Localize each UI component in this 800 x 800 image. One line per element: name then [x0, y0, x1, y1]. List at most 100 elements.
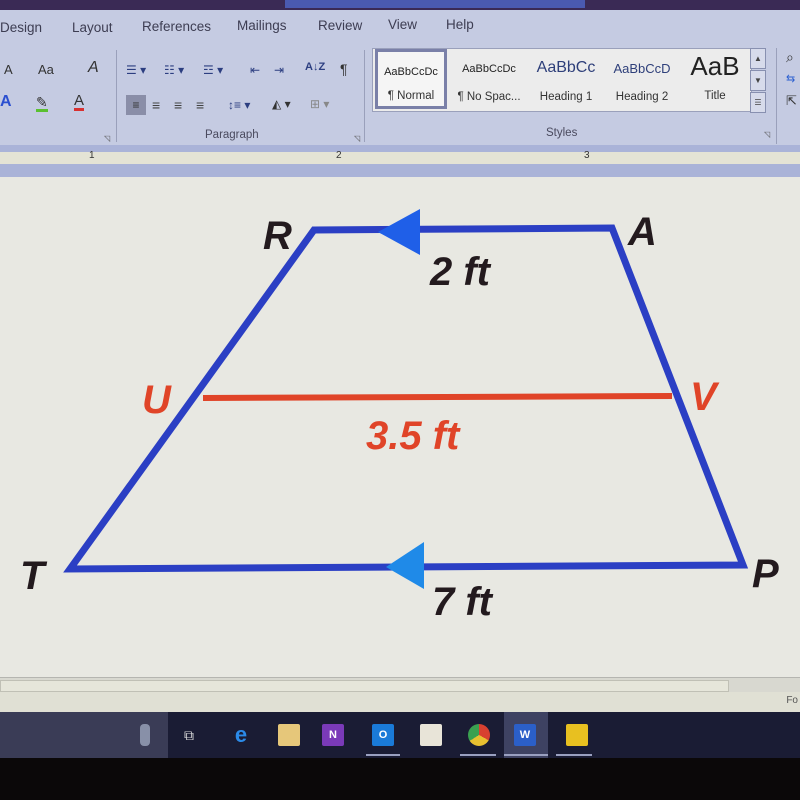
style-title[interactable]: AaB Title [679, 49, 751, 109]
word-running-indicator [504, 754, 548, 756]
document-canvas[interactable]: R A T P U V 2 ft 3.5 ft 7 ft [0, 177, 800, 677]
vertex-label-a: A [627, 210, 657, 254]
chrome-icon[interactable] [468, 724, 490, 746]
line-spacing-button[interactable]: ↕≡ ▾ [228, 98, 250, 112]
tab-help[interactable]: Help [446, 17, 474, 32]
onenote-icon[interactable]: N [322, 724, 344, 746]
midsegment-length-label: 3.5 ft [366, 414, 461, 458]
style-name: ¶ Normal [387, 90, 435, 102]
microphone-icon[interactable] [140, 724, 150, 746]
vertex-label-p: P [752, 552, 779, 596]
paragraph-dialog-launcher-icon[interactable]: ◹ [354, 132, 360, 146]
change-case-button[interactable]: Aa [38, 63, 54, 77]
style-sample: AaBbCcDc [462, 63, 516, 75]
font-dialog-launcher-icon[interactable]: ◹ [104, 132, 110, 146]
multilevel-list-button[interactable]: ☲ ▾ [203, 63, 223, 77]
style-heading-2[interactable]: AaBbCcD Heading 2 [605, 49, 679, 109]
align-right-button[interactable]: ≡ [174, 98, 182, 112]
tab-view[interactable]: View [388, 17, 417, 32]
font-color-button[interactable]: A [74, 93, 85, 111]
styles-gallery-scroll: ▲ ▼ ☰ [750, 48, 766, 113]
increase-indent-button[interactable]: ⇥ [274, 63, 284, 77]
ruler-number: 1 [89, 150, 95, 161]
vertex-label-u: U [142, 378, 172, 422]
ruler-strip[interactable] [0, 152, 800, 164]
chrome-running-indicator [460, 754, 496, 756]
replace-icon[interactable]: ⇆ [786, 72, 795, 86]
style-sample: AaB [690, 51, 740, 81]
title-bar-accent [285, 0, 585, 8]
find-icon[interactable]: ⌕ [786, 50, 794, 64]
parallel-arrow-top [378, 209, 420, 255]
style-heading-1[interactable]: AaBbCc Heading 1 [529, 49, 603, 109]
clear-formatting-icon[interactable]: A [88, 60, 99, 76]
ruler-number: 3 [584, 150, 590, 161]
gallery-more-button[interactable]: ☰ [750, 92, 766, 113]
select-icon[interactable]: ⇱ [786, 94, 797, 108]
tab-design[interactable]: Design [0, 20, 42, 35]
paragraph-group-label: Paragraph [205, 129, 259, 141]
midsegment-uv [202, 393, 673, 401]
group-separator [364, 50, 365, 142]
style-sample: AaBbCcD [613, 61, 671, 76]
style-normal[interactable]: AaBbCcDc ¶ Normal [375, 49, 447, 109]
show-formatting-button[interactable]: ¶ [340, 62, 348, 76]
window-title-bar [0, 0, 800, 10]
outlook-running-indicator [366, 754, 400, 756]
sticky-notes-icon[interactable] [566, 724, 588, 746]
sticky-notes-running-indicator [556, 754, 592, 756]
styles-gallery: AaBbCcDc ¶ Normal AaBbCcDc ¶ No Spac... … [372, 48, 752, 112]
scrollbar-thumb[interactable] [0, 680, 729, 692]
focus-mode-button[interactable]: Fo [786, 695, 798, 706]
style-name: Title [704, 90, 726, 102]
style-sample: AaBbCcDc [384, 66, 438, 78]
center-button[interactable]: ≡ [152, 98, 160, 112]
style-name: ¶ No Spac... [457, 91, 521, 103]
task-view-icon[interactable]: ⧉ [180, 724, 198, 746]
vertex-label-r: R [263, 214, 292, 258]
bottom-base-length-label: 7 ft [432, 580, 494, 624]
tab-references[interactable]: References [142, 19, 211, 34]
styles-dialog-launcher-icon[interactable]: ◹ [764, 128, 770, 142]
styles-group-label: Styles [546, 127, 578, 139]
tab-layout[interactable]: Layout [72, 20, 113, 35]
outlook-icon[interactable]: O [372, 724, 394, 746]
bullets-button[interactable]: ☰ ▾ [126, 63, 146, 77]
file-explorer-icon[interactable] [278, 724, 300, 746]
edge-icon[interactable]: e [230, 724, 252, 746]
status-bar: Fo [0, 692, 800, 712]
horizontal-scrollbar[interactable] [0, 677, 800, 693]
store-icon[interactable] [420, 724, 442, 746]
vertex-label-v: V [690, 375, 720, 419]
style-no-spacing[interactable]: AaBbCcDc ¶ No Spac... [451, 49, 527, 109]
gallery-scroll-up-button[interactable]: ▲ [750, 48, 766, 69]
shading-button[interactable]: ◭ ▾ [272, 97, 291, 111]
taskbar: ⧉ e N O W [0, 712, 800, 758]
tab-review[interactable]: Review [318, 18, 362, 33]
group-separator [116, 50, 117, 142]
horizontal-ruler: 1 2 3 [0, 145, 800, 177]
monitor-bezel [0, 758, 800, 800]
top-base-length-label: 2 ft [429, 250, 492, 294]
sort-button[interactable]: A↓Z [305, 60, 325, 74]
borders-button[interactable]: ⊞ ▾ [310, 97, 329, 111]
tab-mailings[interactable]: Mailings [237, 18, 287, 33]
group-separator [776, 48, 777, 144]
ribbon: Design Layout References Mailings Review… [0, 10, 800, 145]
vertex-label-t: T [20, 554, 48, 598]
numbering-button[interactable]: ☷ ▾ [164, 63, 184, 77]
style-name: Heading 1 [539, 91, 593, 103]
parallel-arrow-bottom [386, 542, 424, 589]
justify-button[interactable]: ≡ [196, 98, 204, 112]
align-left-button[interactable]: ≡ [126, 95, 146, 115]
highlight-color-button[interactable]: ✎ [36, 95, 48, 112]
style-name: Heading 2 [615, 91, 669, 103]
text-effects-button[interactable]: A [0, 94, 12, 110]
ruler-number: 2 [336, 150, 342, 161]
grow-font-button[interactable]: A [4, 63, 13, 77]
trapezoid-diagram: R A T P U V 2 ft 3.5 ft 7 ft [20, 209, 779, 624]
gallery-scroll-down-button[interactable]: ▼ [750, 70, 766, 91]
decrease-indent-button[interactable]: ⇤ [250, 63, 260, 77]
style-sample: AaBbCc [536, 59, 596, 76]
word-icon[interactable]: W [514, 724, 536, 746]
